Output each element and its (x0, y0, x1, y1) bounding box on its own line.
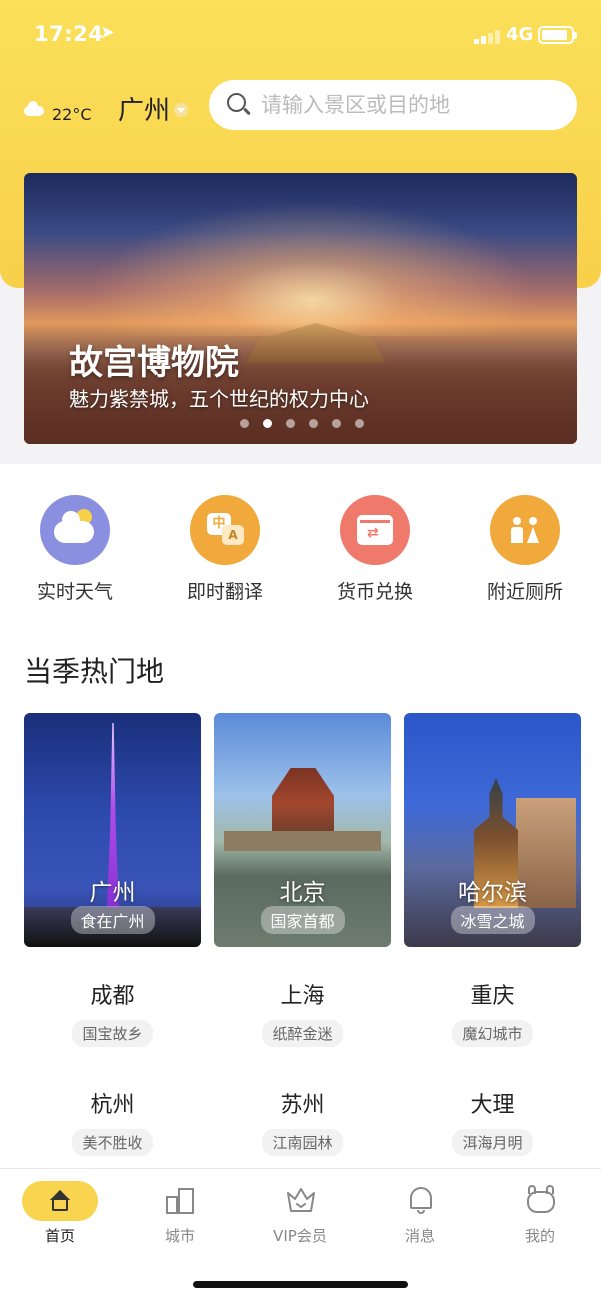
search-bar[interactable] (209, 80, 577, 130)
tab-messages[interactable]: 消息 (360, 1181, 480, 1246)
weather-temperature: 22°C (52, 105, 92, 124)
city-name: 重庆 (470, 984, 515, 1009)
city-tag: 美不胜收 (72, 1129, 153, 1156)
city-name: 苏州 (280, 1093, 325, 1118)
city-card-name: 广州 (89, 880, 136, 906)
tab-label: 首页 (44, 1227, 75, 1245)
tab-label: 消息 (404, 1227, 435, 1245)
weather-icon (40, 495, 110, 565)
tool-translate[interactable]: 中A 即时翻译 (170, 495, 280, 604)
city-name: 成都 (90, 984, 135, 1009)
banner-title: 故宫博物院 (69, 343, 239, 383)
carousel-indicator (240, 419, 364, 428)
search-icon (227, 93, 251, 117)
tool-label: 即时翻译 (186, 581, 263, 603)
vip-crown-icon (287, 1188, 315, 1212)
city-selector[interactable]: 广州 (118, 90, 189, 127)
weather-widget[interactable]: 22°C (24, 95, 92, 124)
quick-tools: 实时天气 中A 即时翻译 货币兑换 附近厕所 (0, 495, 601, 605)
currency-exchange-icon (340, 495, 410, 565)
city-tag: 纸醉金迷 (262, 1020, 343, 1047)
profile-icon (525, 1185, 557, 1215)
city-card-tag: 食在广州 (70, 906, 155, 934)
city-card-guangzhou[interactable]: 广州 食在广州 (24, 713, 201, 947)
section-title: 当季热门地 (24, 655, 165, 688)
tab-home[interactable]: 首页 (0, 1181, 120, 1246)
city-item-dali[interactable]: 大理 洱海月明 (404, 1087, 581, 1156)
tool-label: 附近厕所 (486, 581, 563, 603)
home-indicator (193, 1281, 408, 1288)
carousel-dot[interactable] (263, 419, 272, 428)
city-card-beijing[interactable]: 北京 国家首都 (214, 713, 391, 947)
city-card-tag: 冰雪之城 (450, 906, 535, 934)
signal-icon (474, 28, 502, 44)
city-name: 杭州 (90, 1093, 135, 1118)
carousel-dot[interactable] (355, 419, 364, 428)
cloud-icon (24, 100, 46, 118)
network-type: 4G (506, 24, 534, 45)
location-arrow-icon: ➤ (100, 22, 116, 43)
city-card-name: 北京 (279, 880, 326, 906)
city-card-tag: 国家首都 (260, 906, 345, 934)
carousel-dot[interactable] (332, 419, 341, 428)
banner-carousel[interactable]: 故宫博物院 魅力紫禁城，五个世纪的权力中心 (24, 173, 577, 444)
search-input[interactable] (261, 93, 561, 117)
banner-subtitle: 魅力紫禁城，五个世纪的权力中心 (69, 387, 369, 411)
home-icon (49, 1190, 71, 1212)
city-tag: 魔幻城市 (452, 1020, 533, 1047)
carousel-dot[interactable] (286, 419, 295, 428)
city-icon (166, 1186, 196, 1216)
city-card-harbin[interactable]: 哈尔滨 冰雪之城 (404, 713, 581, 947)
carousel-dot[interactable] (309, 419, 318, 428)
tab-label: VIP会员 (273, 1227, 327, 1245)
toilet-icon (490, 495, 560, 565)
city-item-shanghai[interactable]: 上海 纸醉金迷 (214, 978, 391, 1047)
city-item-chongqing[interactable]: 重庆 魔幻城市 (404, 978, 581, 1047)
battery-level (542, 30, 567, 40)
city-tag: 江南园林 (262, 1129, 343, 1156)
city-card-name: 哈尔滨 (458, 880, 527, 906)
tool-currency[interactable]: 货币兑换 (320, 495, 430, 604)
tool-weather[interactable]: 实时天气 (20, 495, 130, 604)
city-name: 大理 (470, 1093, 515, 1118)
tool-label: 货币兑换 (336, 581, 413, 603)
translate-icon: 中A (190, 495, 260, 565)
tab-profile[interactable]: 我的 (480, 1181, 600, 1246)
bell-icon (408, 1185, 434, 1215)
current-city: 广州 (118, 96, 171, 126)
banner-image (24, 173, 577, 336)
tab-vip[interactable]: VIP会员 (240, 1181, 360, 1246)
city-tag: 洱海月明 (452, 1129, 533, 1156)
status-time: 17:24 (34, 22, 104, 46)
carousel-dot[interactable] (240, 419, 249, 428)
city-tag: 国宝故乡 (72, 1020, 153, 1047)
tab-label: 城市 (164, 1227, 195, 1245)
city-item-hangzhou[interactable]: 杭州 美不胜收 (24, 1087, 201, 1156)
battery-icon (538, 26, 577, 44)
status-bar: 17:24 ➤ 4G (0, 0, 601, 70)
tab-label: 我的 (524, 1227, 555, 1245)
chevron-down-icon (174, 102, 189, 117)
tab-city[interactable]: 城市 (120, 1181, 240, 1246)
city-item-chengdu[interactable]: 成都 国宝故乡 (24, 978, 201, 1047)
city-name: 上海 (280, 984, 325, 1009)
city-item-suzhou[interactable]: 苏州 江南园林 (214, 1087, 391, 1156)
tool-toilet[interactable]: 附近厕所 (470, 495, 580, 604)
tool-label: 实时天气 (36, 581, 113, 603)
